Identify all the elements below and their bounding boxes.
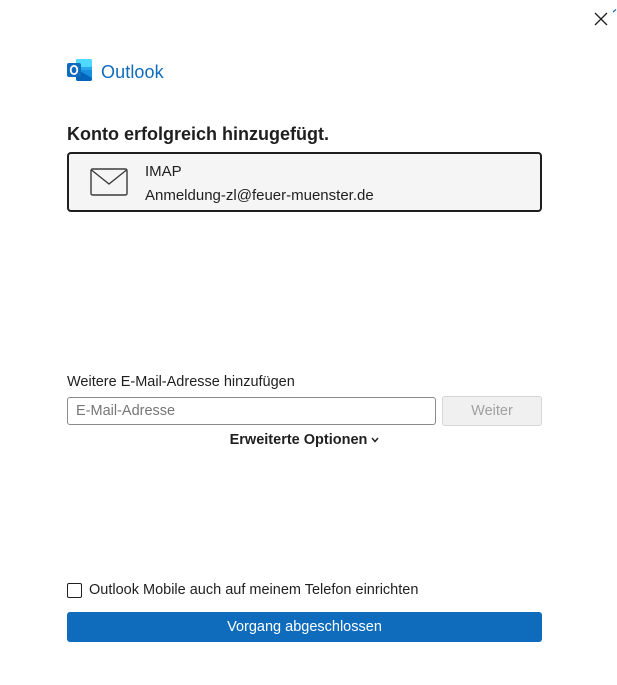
account-type: IMAP	[145, 163, 182, 180]
outlook-logo-icon	[67, 58, 93, 87]
email-input[interactable]	[67, 397, 436, 425]
close-button[interactable]	[590, 8, 612, 30]
outlook-brand: Outlook	[67, 58, 164, 87]
advanced-options-toggle[interactable]: Erweiterte Optionen	[67, 432, 542, 448]
app-name: Outlook	[101, 61, 164, 82]
window-corner-accent	[612, 0, 617, 13]
account-email: Anmeldung-zl@feuer-muenster.de	[145, 187, 374, 204]
done-button[interactable]: Vorgang abgeschlossen	[67, 612, 542, 642]
chevron-down-icon	[371, 437, 379, 443]
mobile-setup-checkbox[interactable]	[67, 582, 82, 598]
envelope-icon	[90, 168, 128, 196]
add-email-label: Weitere E-Mail-Adresse hinzufügen	[67, 374, 295, 390]
mobile-setup-label: Outlook Mobile auch auf meinem Telefon e…	[89, 582, 419, 598]
success-heading: Konto erfolgreich hinzugefügt.	[67, 124, 329, 144]
mobile-setup-row: Outlook Mobile auch auf meinem Telefon e…	[67, 582, 418, 598]
advanced-options-label: Erweiterte Optionen	[229, 432, 368, 448]
account-card[interactable]: IMAP Anmeldung-zl@feuer-muenster.de	[67, 152, 542, 212]
close-icon	[594, 12, 608, 26]
next-button[interactable]: Weiter	[442, 396, 542, 426]
